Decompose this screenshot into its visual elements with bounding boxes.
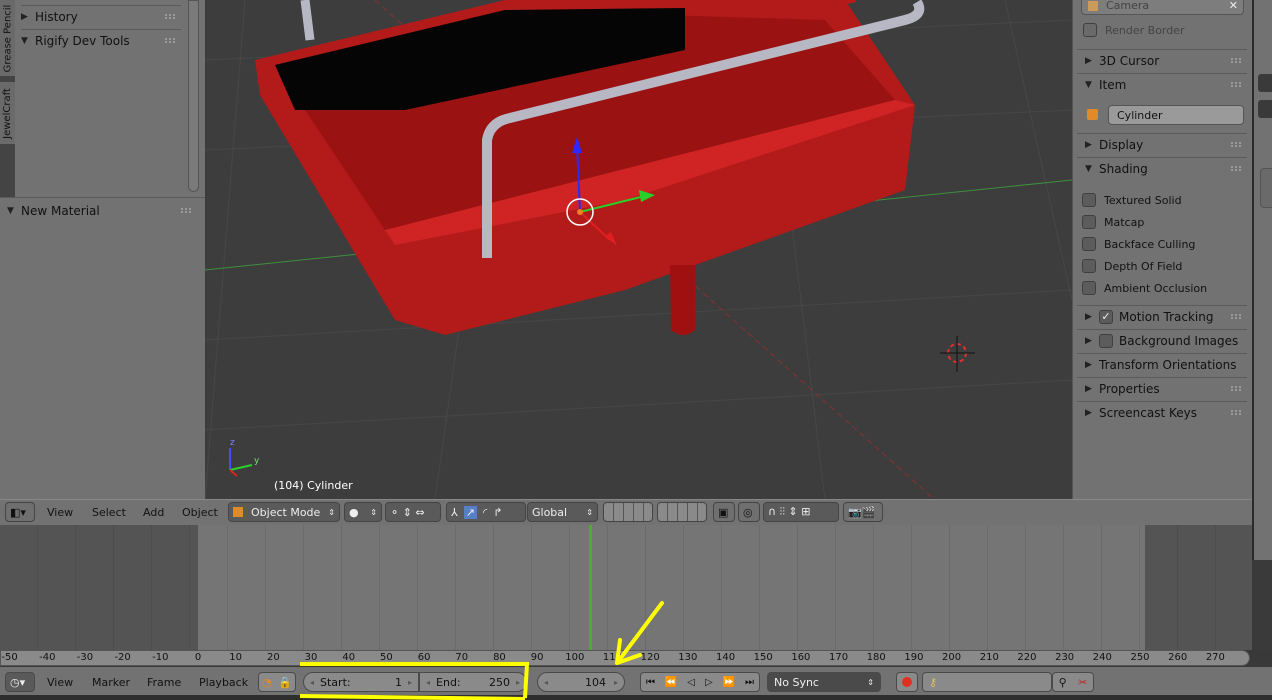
annotation-overlay: [299, 601, 664, 700]
annotation-arrow: [615, 601, 664, 665]
annotation-highlight-box: [299, 662, 530, 700]
